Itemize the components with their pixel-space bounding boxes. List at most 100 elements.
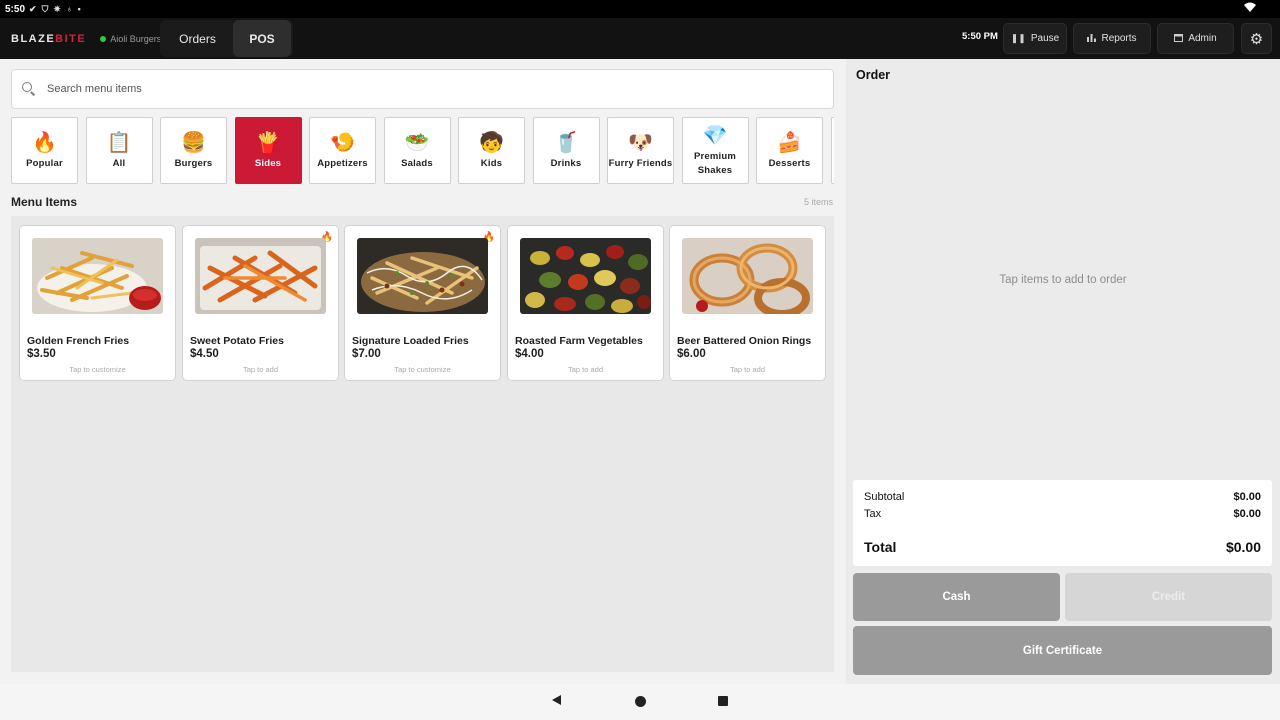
roasted-vegetables-image <box>520 238 651 314</box>
shrimp-icon: 🍤 <box>330 129 355 154</box>
tab-orders[interactable]: Orders <box>162 20 233 57</box>
back-icon[interactable] <box>552 695 561 705</box>
category-label: Drinks <box>550 157 582 169</box>
gift-certificate-button[interactable]: Gift Certificate <box>853 626 1272 675</box>
pause-button[interactable]: ❚❚ Pause <box>1003 23 1067 54</box>
item-name: Signature Loaded Fries <box>352 335 469 347</box>
online-status-dot <box>100 35 107 42</box>
menu-grid: Golden French Fries $3.50 Tap to customi… <box>11 216 834 672</box>
category-label: Kids <box>480 157 503 169</box>
fire-icon: 🔥 <box>32 129 57 154</box>
order-panel: Order Tap items to add to order Subtotal… <box>846 59 1280 684</box>
category-furry-friends[interactable]: 🐶 Furry Friends <box>607 117 674 184</box>
menu-item-card[interactable]: 🔥 Sweet Potato Fries $4.50 Tap to add <box>182 225 339 381</box>
diamond-icon: 💎 <box>702 122 728 147</box>
clipboard-icon: 📋 <box>106 129 132 154</box>
search-bar[interactable] <box>11 69 834 109</box>
category-label: Sides <box>254 157 282 169</box>
badge-icon: ♁ <box>65 4 73 14</box>
subtotal-label: Subtotal <box>864 491 905 503</box>
category-label: Premium Shakes <box>693 150 737 176</box>
item-name: Roasted Farm Vegetables <box>515 335 643 347</box>
item-hint: Tap to customize <box>394 365 451 374</box>
reports-button[interactable]: Reports <box>1073 23 1151 54</box>
item-name: Golden French Fries <box>27 335 130 347</box>
header-clock: 5:50 PM <box>962 31 998 42</box>
item-price: $4.00 <box>515 348 544 360</box>
system-nav-bar <box>0 684 1280 720</box>
item-name: Beer Battered Onion Rings <box>677 335 812 347</box>
check-circle-icon: ✔ <box>29 3 37 14</box>
category-label: Desserts <box>768 157 811 169</box>
category-label: Furry Friends <box>608 157 673 169</box>
pause-icon: ❚❚ <box>1010 33 1026 43</box>
category-burgers[interactable]: 🍔 Burgers <box>160 117 227 184</box>
category-sides[interactable]: 🍟 Sides <box>234 117 302 184</box>
drink-cup-icon: 🥤 <box>553 129 579 154</box>
menu-item-count: 5 items <box>803 197 833 207</box>
location-name: Aioli Burgers <box>110 33 162 44</box>
shield-icon: ⛉ <box>41 3 49 14</box>
category-label: All <box>112 157 126 169</box>
item-price: $7.00 <box>352 348 381 360</box>
recents-icon[interactable] <box>718 696 728 706</box>
total-label: Total <box>864 539 897 555</box>
status-time: 5:50 <box>5 3 26 15</box>
credit-button[interactable]: Credit <box>1065 573 1272 621</box>
item-hint: Tap to add <box>567 365 604 374</box>
menu-item-card[interactable]: Golden French Fries $3.50 Tap to customi… <box>19 225 176 381</box>
menu-section-title: Menu Items <box>11 195 78 209</box>
loaded-fries-image <box>357 238 488 314</box>
category-label: Popular <box>26 157 63 169</box>
item-price: $6.00 <box>677 348 706 360</box>
category-label: Burgers <box>174 157 213 169</box>
fries-icon: 🍟 <box>255 129 281 154</box>
item-hint: Tap to add <box>242 365 279 374</box>
total-row: Total $0.00 <box>864 539 1261 555</box>
status-bar: 5:50 ✔ ⛉ ✷ ♁ • <box>0 0 1280 18</box>
menu-item-card[interactable]: 🔥 Signature Loaded Fries $7.00 Tap to cu… <box>344 225 501 381</box>
menu-item-card[interactable]: Beer Battered Onion Rings $6.00 Tap to a… <box>669 225 826 381</box>
category-drinks[interactable]: 🥤 Drinks <box>532 117 600 184</box>
dog-icon: 🐶 <box>628 129 653 154</box>
pause-label: Pause <box>1030 33 1060 44</box>
total-value: $0.00 <box>1225 539 1261 555</box>
bar-chart-icon <box>1087 33 1097 44</box>
brand-name-left: BLAZE <box>11 32 56 45</box>
order-totals: Subtotal $0.00 Tax $0.00 Total $0.00 <box>853 480 1272 566</box>
calendar-icon <box>1174 33 1184 44</box>
admin-label: Admin <box>1188 33 1217 44</box>
category-desserts[interactable]: 🍰 Desserts <box>756 117 823 184</box>
category-premium-shakes[interactable]: 💎 Premium Shakes <box>681 117 749 184</box>
category-overflow[interactable] <box>830 117 834 184</box>
child-icon: 🧒 <box>479 129 504 154</box>
brand-logo: BLAZEBITE <box>11 33 86 45</box>
onion-rings-image <box>682 238 813 314</box>
admin-button[interactable]: Admin <box>1157 23 1234 54</box>
order-empty-message: Tap items to add to order <box>999 274 1127 286</box>
main-nav-tabs: Orders POS <box>160 20 293 57</box>
settings-button[interactable]: ⚙ <box>1241 23 1272 54</box>
category-salads[interactable]: 🥗 Salads <box>383 117 451 184</box>
category-popular[interactable]: 🔥 Popular <box>11 117 78 184</box>
subtotal-value: $0.00 <box>1233 491 1261 503</box>
brand-name-right: BITE <box>55 32 87 45</box>
item-price: $4.50 <box>190 348 219 360</box>
tax-row: Tax $0.00 <box>864 508 1261 520</box>
sweet-potato-fries-image <box>195 238 326 314</box>
menu-item-card[interactable]: Roasted Farm Vegetables $4.00 Tap to add <box>507 225 664 381</box>
cash-button[interactable]: Cash <box>853 573 1060 621</box>
tax-value: $0.00 <box>1233 508 1261 520</box>
cake-icon: 🍰 <box>777 129 802 154</box>
tab-pos[interactable]: POS <box>233 20 291 57</box>
category-label: Salads <box>401 157 433 169</box>
settings-cog-icon: ✷ <box>53 3 61 14</box>
category-all[interactable]: 📋 All <box>85 117 153 184</box>
search-input[interactable] <box>47 83 807 95</box>
order-title: Order <box>856 68 891 82</box>
home-icon[interactable] <box>635 696 646 707</box>
category-appetizers[interactable]: 🍤 Appetizers <box>309 117 376 184</box>
category-kids[interactable]: 🧒 Kids <box>458 117 525 184</box>
tax-label: Tax <box>864 508 882 520</box>
category-label: Appetizers <box>317 157 368 169</box>
